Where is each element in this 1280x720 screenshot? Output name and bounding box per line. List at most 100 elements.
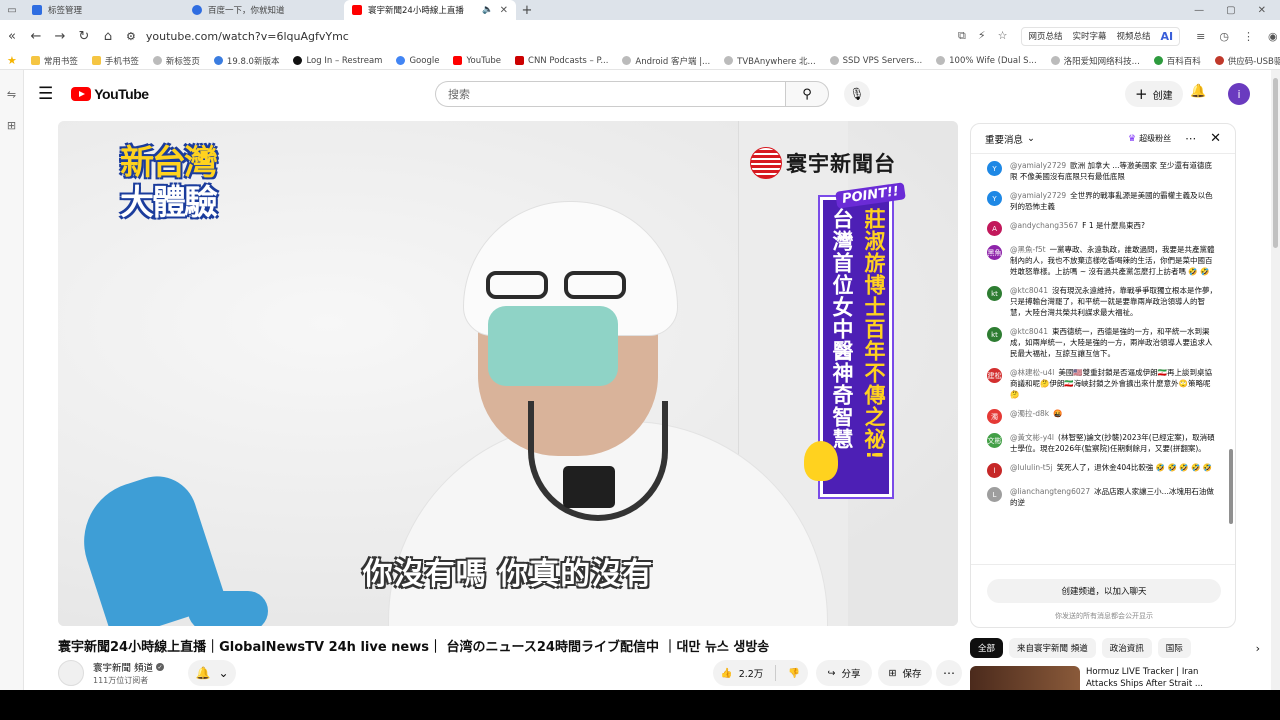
like-icon[interactable]: 👍 (721, 668, 733, 679)
site-settings-icon[interactable]: ⚙ (126, 30, 136, 43)
bookmark-item[interactable]: Log In – Restream (286, 56, 389, 66)
chat-author-name[interactable]: @yamialy2729 (1010, 161, 1066, 170)
cast-icon[interactable]: ⧉ (958, 29, 966, 43)
url-field[interactable]: ⚙ youtube.com/watch?v=6lquAgfvYmc (126, 24, 876, 48)
page-scrollbar-thumb[interactable] (1273, 78, 1278, 248)
add-panel-icon[interactable]: ⊞ (0, 119, 23, 132)
new-tab-button[interactable]: + (516, 3, 538, 18)
chat-scrollbar[interactable] (1229, 449, 1233, 524)
bookmark-item[interactable]: 新标签页 (146, 55, 207, 67)
chat-author-avatar[interactable]: 建松 (987, 368, 1002, 383)
chat-author-name[interactable]: @lianchangteng6027 (1010, 487, 1090, 496)
chat-author-avatar[interactable]: 文彬 (987, 433, 1002, 448)
bookmark-item[interactable]: 百科百科 (1147, 55, 1208, 67)
chat-author-avatar[interactable]: l (987, 463, 1002, 478)
chat-author-name[interactable]: @濁拉-d8k (1010, 409, 1049, 418)
extension-button[interactable]: 实时字幕 (1072, 30, 1106, 42)
search-button[interactable]: ⚲ (785, 81, 829, 107)
search-input[interactable]: 搜索 (435, 81, 785, 107)
chat-author-name[interactable]: @ktc8041 (1010, 286, 1048, 295)
minimize-icon[interactable]: — (1194, 5, 1204, 16)
chip-channel[interactable]: 来自寰宇新聞 頻道 (1009, 638, 1096, 658)
hamburger-menu-icon[interactable]: ☰ (38, 84, 53, 104)
chat-message-body: @lululin-t5j 笑死人了，退休金404比較強 🤣 🤣 🤣 🤣 🤣 (1010, 462, 1212, 478)
channel-avatar[interactable] (58, 660, 84, 686)
bookmark-item[interactable]: SSD VPS Servers... (823, 56, 929, 66)
chat-author-name[interactable]: @ktc8041 (1010, 327, 1048, 336)
chat-author-avatar[interactable]: A (987, 221, 1002, 236)
ai-button[interactable]: AI (1161, 30, 1174, 43)
browser-tab[interactable]: 百度一下，你就知道 (184, 0, 344, 20)
more-actions-icon[interactable]: ⋯ (936, 660, 962, 686)
extension-button[interactable]: 网页总结 (1028, 30, 1062, 42)
chat-message-list[interactable]: Y @yamialy2729 歐洲 加拿大 ...等激美國家 至少還有道德底限 不像… (971, 154, 1235, 564)
share-button[interactable]: ↪ 分享 (816, 660, 872, 686)
join-chat-button[interactable]: 创建频道，以加入聊天 (987, 579, 1221, 603)
bookmark-item[interactable]: 19.8.0新版本 (207, 55, 287, 67)
create-button[interactable]: + 创建 (1125, 81, 1183, 107)
bookmark-item[interactable]: 供应码-USB驱动... (1208, 55, 1280, 67)
bookmark-item[interactable]: 100% Wife (Dual S... (929, 56, 1044, 66)
chat-author-name[interactable]: @黑魚-f5t (1010, 245, 1046, 254)
chat-author-avatar[interactable]: Y (987, 161, 1002, 176)
chip-politics[interactable]: 政治資訊 (1101, 638, 1152, 658)
reading-list-icon[interactable]: ≡ (1196, 30, 1205, 43)
chat-author-name[interactable]: @黃文彬-y4l (1010, 433, 1054, 442)
subscription-bell-button[interactable]: 🔔 ⌄ (188, 660, 236, 686)
chevron-right-icon[interactable]: › (1256, 642, 1260, 655)
close-window-icon[interactable]: ✕ (1258, 5, 1266, 16)
reload-icon[interactable]: ↻ (72, 29, 96, 44)
chat-author-name[interactable]: @andychang3567 (1010, 221, 1078, 230)
notifications-bell-icon[interactable]: 🔔 (1190, 84, 1206, 99)
save-button[interactable]: ⊞ 保存 (878, 660, 932, 686)
more-menu-icon[interactable]: ⋮ (1243, 30, 1254, 43)
recommended-video[interactable]: Hormuz LIVE Tracker | Iran Attacks Ships… (970, 666, 1260, 690)
channel-name-row[interactable]: 寰宇新聞 頻道 ✓ (93, 660, 165, 674)
speaker-icon[interactable]: 🔈 (482, 5, 493, 15)
account-avatar[interactable]: i (1228, 83, 1250, 105)
chip-all[interactable]: 全部 (970, 638, 1004, 658)
chat-author-avatar[interactable]: Y (987, 191, 1002, 206)
chat-author-avatar[interactable]: 濁 (987, 409, 1002, 424)
bookmark-item[interactable]: 洛阳爱知网络科技... (1044, 55, 1147, 67)
browser-tab-active[interactable]: 寰宇新聞24小時線上直播 🔈 ✕ (344, 0, 516, 20)
sliders-icon[interactable]: ⇋ (0, 88, 23, 101)
bookmark-item[interactable]: TVBAnywhere 北... (717, 55, 822, 67)
youtube-logo[interactable]: YouTube (71, 86, 149, 102)
bookmark-star-icon[interactable]: ☆ (998, 29, 1008, 43)
chat-author-avatar[interactable]: kt (987, 286, 1002, 301)
chat-author-avatar[interactable]: 黑魚 (987, 245, 1002, 260)
chat-more-icon[interactable]: ⋯ (1185, 132, 1196, 145)
sidebar-toggle-icon[interactable]: « (0, 29, 24, 44)
chat-author-name[interactable]: @yamialy2729 (1010, 191, 1066, 200)
lightning-icon[interactable]: ⚡ (978, 29, 986, 43)
maximize-icon[interactable]: ▢ (1226, 5, 1235, 16)
extension-button[interactable]: 视频总结 (1117, 30, 1151, 42)
forward-icon[interactable]: → (48, 29, 72, 44)
superfan-button[interactable]: ♛ 超级粉丝 (1128, 133, 1171, 144)
chat-author-avatar[interactable]: kt (987, 327, 1002, 342)
profile-icon[interactable]: ◉ (1268, 30, 1278, 43)
bookmark-item[interactable]: 手机书签 (85, 55, 146, 67)
chip-international[interactable]: 国际 (1157, 638, 1191, 658)
bookmark-item[interactable]: YouTube (446, 56, 508, 66)
window-menu-icon[interactable]: ▭ (0, 0, 24, 20)
bookmark-item[interactable]: 常用书签 (24, 55, 85, 67)
bookmark-item[interactable]: Android 客户端 |... (615, 55, 717, 67)
chat-mode-dropdown[interactable]: 重要消息 ⌄ (985, 132, 1035, 146)
back-icon[interactable]: ← (24, 29, 48, 44)
bookmark-item[interactable]: CNN Podcasts – P... (508, 56, 615, 66)
history-icon[interactable]: ◷ (1219, 30, 1229, 43)
close-tab-icon[interactable]: ✕ (500, 5, 508, 16)
home-icon[interactable]: ⌂ (96, 29, 120, 44)
close-chat-icon[interactable]: ✕ (1210, 131, 1221, 146)
video-player[interactable]: 新台灣 大體驗 寰宇新聞台 台灣首位女中醫神奇智慧 莊淑旂博士百年不傳之祕! P… (58, 121, 958, 626)
page-scrollbar[interactable] (1271, 70, 1280, 690)
browser-tab[interactable]: 标签管理 (24, 0, 184, 20)
chat-author-avatar[interactable]: L (987, 487, 1002, 502)
dislike-icon[interactable]: 👎 (788, 668, 800, 679)
chat-author-name[interactable]: @lululin-t5j (1010, 463, 1053, 472)
chat-author-name[interactable]: @林建松-u4l (1010, 368, 1054, 377)
bookmark-item[interactable]: Google (389, 56, 446, 66)
voice-search-icon[interactable]: 🎙 (844, 81, 870, 107)
